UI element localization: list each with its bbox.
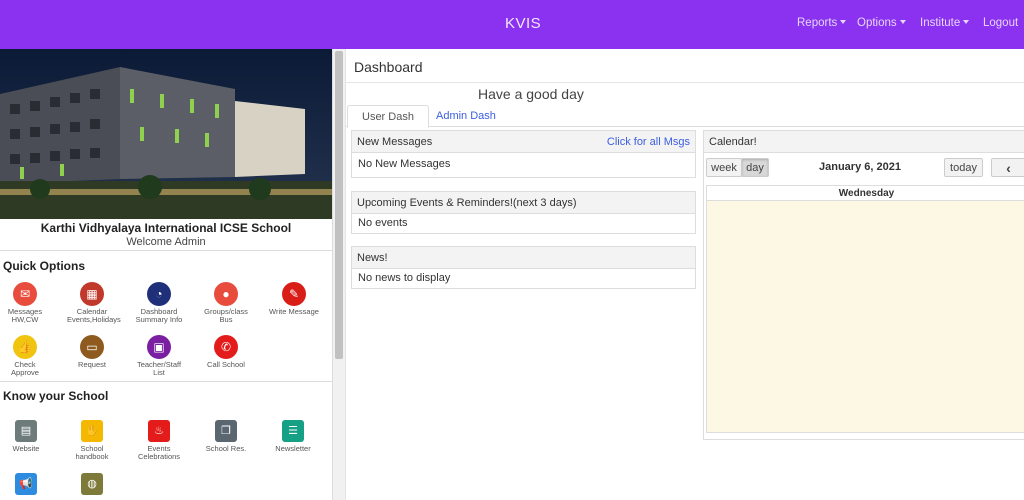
thumbs-up-icon: 👍 [13,335,37,359]
handshake-icon: ✋ [81,420,103,442]
quick-option-call-school[interactable]: ✆ Call School [201,335,251,369]
quick-option-calendar[interactable]: ▦ Calendar Events,Holidays [67,282,121,324]
phone-icon: ✆ [214,335,238,359]
school-building-image [0,49,332,219]
weekday-header: Wednesday [706,185,1024,201]
group-icon: ● [214,282,238,306]
school-name: Karthi Vidhyalaya International ICSE Sch… [40,221,292,235]
know-option-globe[interactable]: ◍ [67,473,117,498]
quick-options-title: Quick Options [3,259,86,273]
app-brand[interactable]: KVIS [505,15,541,32]
scroll-thumb[interactable] [335,51,343,359]
quick-option-dashboard[interactable]: ◔ Dashboard Summary Info [134,282,184,324]
caret-down-icon [840,20,847,24]
cake-icon: ♨ [148,420,170,442]
events-body: No events [358,217,408,229]
book-icon: ▤ [15,420,37,442]
nav-institute[interactable]: Institute [920,17,970,29]
quick-option-groups[interactable]: ● Groups/class Bus [201,282,251,324]
quick-option-request[interactable]: ▭ Request [67,335,117,369]
greeting-text: Have a good day [478,86,584,102]
day-slot-area[interactable] [706,201,1024,433]
week-view-button[interactable]: week [706,158,742,177]
day-view-button[interactable]: day [741,158,769,177]
know-school-section: Know your School ▤ Website ✋ School hand… [0,381,332,500]
news-body: No news to display [358,272,451,284]
know-option-website[interactable]: ▤ Website [1,420,51,453]
dashboard-tabs: User Dash Admin Dash [346,105,1024,128]
pie-chart-icon: ◔ [147,282,171,306]
page-title: Dashboard [354,59,423,75]
left-scrollbar[interactable] [332,49,345,500]
calendar-icon: ▦ [80,282,104,306]
quick-option-write-message[interactable]: ✎ Write Message [269,282,319,316]
title-divider [346,82,1024,83]
news-card: News! No news to display [351,246,696,289]
quick-options-section: Quick Options ✉ Messages HW,CW ▦ Calenda… [0,250,332,380]
tab-user-dash[interactable]: User Dash [347,105,429,128]
events-title: Upcoming Events & Reminders!(next 3 days… [352,192,695,214]
nav-reports[interactable]: Reports [797,17,847,29]
messages-body: No New Messages [358,158,451,170]
know-school-title: Know your School [3,389,109,403]
card-icon: ▭ [80,335,104,359]
nav-options[interactable]: Options [857,17,906,29]
nav-logout[interactable]: Logout [983,17,1018,29]
know-option-newsletter[interactable]: ☰ Newsletter [268,420,318,453]
know-option-announcements[interactable]: 📢 [1,473,51,498]
newspaper-icon: ☰ [282,420,304,442]
know-option-school-res[interactable]: ❐ School Res. [201,420,251,453]
caret-down-icon [963,20,970,24]
calendar-date: January 6, 2021 [819,161,901,173]
messages-title: New Messages [357,136,433,148]
tab-admin-dash[interactable]: Admin Dash [422,105,510,128]
messages-card: New Messages Click for all Msgs No New M… [351,130,696,178]
caret-down-icon [899,20,906,24]
top-navbar: KVIS Reports Options Institute Logout [0,0,1024,49]
copy-icon: ❐ [215,420,237,442]
quick-option-teacher-list[interactable]: ▣ Teacher/Staff List [134,335,184,377]
calendar-panel: Calendar! week day January 6, 2021 today… [703,130,1024,440]
news-title: News! [352,247,695,269]
presentation-icon: ▣ [147,335,171,359]
all-messages-link[interactable]: Click for all Msgs [607,136,690,148]
quick-option-check-approve[interactable]: 👍 Check Approve [0,335,50,377]
today-button[interactable]: today [944,158,983,177]
prev-day-button[interactable]: ‹ [991,158,1024,177]
main-content: Dashboard Have a good day User Dash Admi… [345,49,1024,500]
pencil-icon: ✎ [282,282,306,306]
megaphone-icon: 📢 [15,473,37,495]
know-option-events[interactable]: ♨ Events Celebrations [134,420,184,461]
events-card: Upcoming Events & Reminders!(next 3 days… [351,191,696,234]
welcome-text: Welcome Admin [126,236,206,248]
envelope-icon: ✉ [13,282,37,306]
globe-icon: ◍ [81,473,103,495]
know-option-handbook[interactable]: ✋ School handbook [67,420,117,461]
calendar-title: Calendar! [704,131,1024,153]
quick-option-messages[interactable]: ✉ Messages HW,CW [0,282,50,324]
left-panel: Karthi Vidhyalaya International ICSE Sch… [0,49,345,500]
